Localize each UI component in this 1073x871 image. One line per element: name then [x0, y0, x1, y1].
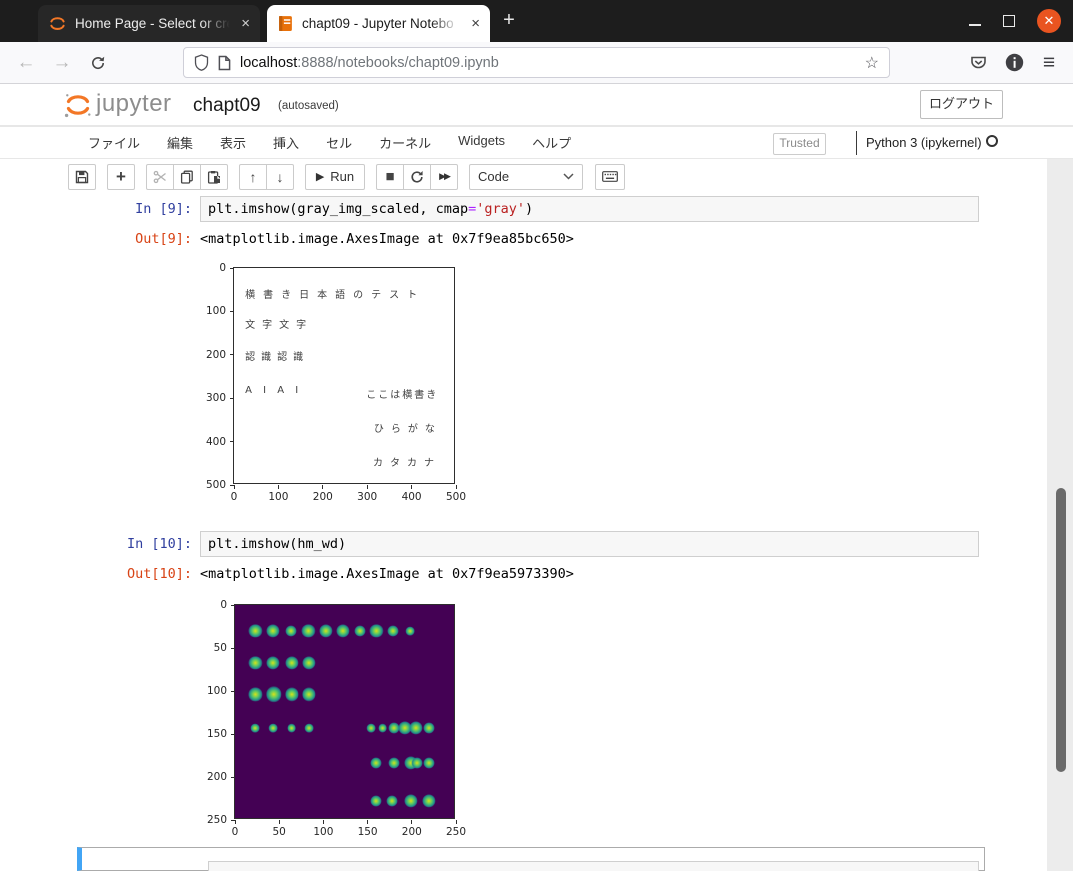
tab-title: chapt09 - Jupyter Notebo — [302, 16, 463, 31]
menu-kernel[interactable]: カーネル — [379, 133, 431, 152]
notebook-menubar: ファイル 編集 表示 挿入 セル カーネル Widgets ヘルプ Truste… — [0, 126, 1073, 159]
restart-run-all-button[interactable]: ▶▶ — [430, 164, 458, 190]
output-prompt: Out[9]: — [62, 231, 192, 247]
bookmark-star-icon[interactable]: ☆ — [865, 53, 879, 73]
figure-output-grayscale: 01002003004005000100200300400500横書き日本語のテ… — [200, 258, 468, 508]
add-cell-button[interactable]: + — [107, 164, 135, 190]
reload-button[interactable] — [82, 42, 114, 83]
menu-edit[interactable]: 編集 — [167, 133, 193, 152]
browser-navbar: ← → localhost:8888/notebooks/chapt09.ipy… — [0, 42, 1073, 84]
selected-cell[interactable] — [77, 847, 985, 871]
notebook-book-icon — [277, 15, 294, 32]
menu-view[interactable]: 表示 — [220, 133, 246, 152]
browser-window: Home Page - Select or cre × chapt09 - Ju… — [0, 0, 1073, 871]
restart-kernel-button[interactable] — [403, 164, 431, 190]
tab-title: Home Page - Select or cre — [75, 16, 233, 31]
menu-cell[interactable]: セル — [326, 133, 352, 152]
menu-file[interactable]: ファイル — [88, 133, 140, 152]
forward-button[interactable]: → — [46, 42, 78, 83]
jupyter-header: jupyter chapt09 (autosaved) ログアウト — [0, 84, 1073, 126]
menu-widgets[interactable]: Widgets — [458, 133, 505, 152]
plot-area: 050100150200250050100150200250 — [234, 604, 455, 819]
extension-info-icon[interactable] — [998, 42, 1030, 83]
run-button[interactable]: ▶ Run — [305, 164, 365, 190]
url-bar[interactable]: localhost:8888/notebooks/chapt09.ipynb ☆ — [183, 47, 890, 78]
input-prompt: In [10]: — [62, 536, 192, 552]
command-palette-button[interactable] — [595, 164, 625, 190]
fast-forward-icon: ▶▶ — [439, 171, 449, 182]
paste-cells-button[interactable] — [200, 164, 228, 190]
autosave-status: (autosaved) — [278, 100, 339, 112]
new-tab-button[interactable]: + — [496, 8, 522, 34]
kernel-name: Python 3 (ipykernel) — [866, 135, 982, 150]
input-prompt: In [9]: — [62, 201, 192, 217]
window-minimize-button[interactable] — [969, 24, 981, 26]
cell-type-value: Code — [478, 169, 509, 184]
save-button[interactable] — [68, 164, 96, 190]
output-prompt: Out[10]: — [62, 566, 192, 582]
cell-type-select[interactable]: Code — [469, 164, 583, 190]
menu-insert[interactable]: 挿入 — [273, 133, 299, 152]
keyboard-icon — [602, 171, 618, 182]
shield-icon — [194, 54, 209, 71]
browser-tab-notebook[interactable]: chapt09 - Jupyter Notebo × — [267, 5, 490, 42]
cut-cell-button[interactable] — [146, 164, 174, 190]
page-info-icon[interactable] — [218, 55, 231, 71]
move-cell-down-button[interactable]: ↓ — [266, 164, 294, 190]
chevron-down-icon — [563, 173, 574, 180]
output-text: <matplotlib.image.AxesImage at 0x7f9ea85… — [200, 231, 574, 247]
browser-titlebar: Home Page - Select or cre × chapt09 - Ju… — [0, 0, 1073, 42]
url-text: localhost:8888/notebooks/chapt09.ipynb — [240, 55, 856, 71]
back-button[interactable]: ← — [10, 42, 42, 83]
play-icon: ▶ — [316, 170, 324, 183]
window-maximize-button[interactable] — [1003, 15, 1015, 27]
output-text: <matplotlib.image.AxesImage at 0x7f9ea59… — [200, 566, 574, 582]
code-input[interactable] — [208, 861, 979, 871]
jupyter-logo-icon[interactable] — [63, 90, 93, 120]
app-menu-icon[interactable]: ≡ — [1033, 42, 1065, 83]
jupyter-wordmark[interactable]: jupyter — [96, 90, 172, 118]
run-label: Run — [330, 169, 354, 184]
notebook-toolbar: + — [0, 159, 1073, 194]
interrupt-kernel-button[interactable]: ■ — [376, 164, 404, 190]
scrollbar-thumb[interactable] — [1056, 488, 1066, 772]
window-close-button[interactable]: ✕ — [1037, 9, 1061, 33]
plot-area: 01002003004005000100200300400500横書き日本語のテ… — [233, 267, 455, 484]
trusted-badge: Trusted — [773, 133, 826, 155]
jupyter-ring-icon — [48, 14, 67, 33]
figure-output-heatmap: 050100150200250050100150200250 — [200, 595, 468, 843]
code-input[interactable]: plt.imshow(hm_wd) — [200, 531, 979, 557]
url-host: localhost — [240, 55, 297, 71]
tab-close-icon[interactable]: × — [241, 16, 250, 31]
code-input[interactable]: plt.imshow(gray_img_scaled, cmap='gray') — [200, 196, 979, 222]
move-cell-up-button[interactable]: ↑ — [239, 164, 267, 190]
kernel-idle-indicator — [986, 135, 998, 147]
browser-tab-home[interactable]: Home Page - Select or cre × — [38, 5, 260, 42]
url-path: :8888/notebooks/chapt09.ipynb — [297, 55, 499, 71]
notebook-title[interactable]: chapt09 — [193, 95, 261, 117]
menu-help[interactable]: ヘルプ — [532, 133, 571, 152]
tab-close-icon[interactable]: × — [471, 16, 480, 31]
logout-button[interactable]: ログアウト — [920, 90, 1003, 119]
kernel-divider — [856, 131, 857, 155]
copy-cells-button[interactable] — [173, 164, 201, 190]
pocket-icon[interactable] — [962, 42, 994, 83]
